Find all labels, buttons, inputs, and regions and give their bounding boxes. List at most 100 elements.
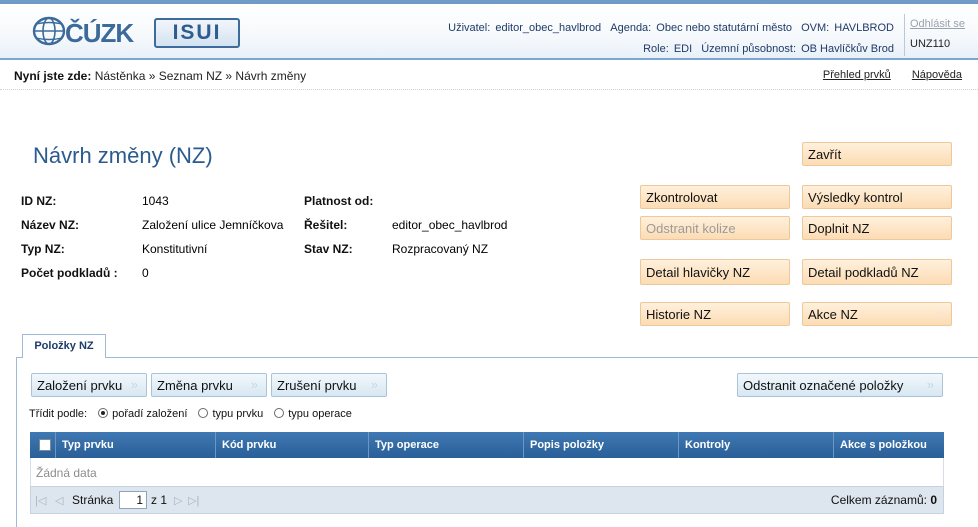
cuzk-logo[interactable]: ČÚZK <box>30 14 134 50</box>
close-button-label: Zavřít <box>808 147 842 162</box>
tab-items[interactable]: Položky NZ <box>22 334 106 358</box>
pager: |◁ ◁ Stránka 1 z 1 ▷ ▷| Celkem záznamů: … <box>30 486 944 514</box>
check-results-button-label: Výsledky kontrol <box>808 190 903 205</box>
remove-collisions-button-label: Odstranit kolize <box>646 221 736 236</box>
page-title: Návrh změny (NZ) <box>33 143 213 168</box>
docs-count-label: Počet podkladů : <box>21 266 118 280</box>
empty-message: Žádná data <box>36 466 97 480</box>
sort-radio-type[interactable] <box>198 408 209 418</box>
breadcrumb-path[interactable]: Nástěnka » Seznam NZ » Návrh změny <box>95 69 306 83</box>
type-value: Konstitutivní <box>142 242 208 256</box>
column-header-item-actions[interactable]: Akce s položkou <box>833 432 944 458</box>
state-value: Rozpracovaný NZ <box>392 242 489 256</box>
change-element-button[interactable]: Změna prvku » <box>151 373 267 397</box>
territory-value: OB Havlíčkův Brod <box>801 43 894 55</box>
name-label: Název NZ: <box>21 218 80 232</box>
create-element-button[interactable]: Založení prvku » <box>31 373 147 397</box>
cancel-element-button[interactable]: Zrušení prvku » <box>271 373 387 397</box>
app-header: ČÚZK ISUI Uživatel: editor_obec_havlbrod… <box>0 0 978 60</box>
select-all-checkbox[interactable] <box>39 439 51 451</box>
history-button[interactable]: Historie NZ <box>640 302 790 326</box>
page-input[interactable]: 1 <box>119 491 147 509</box>
docs-detail-button[interactable]: Detail podkladů NZ <box>802 259 952 285</box>
agenda-label: Agenda: <box>610 22 652 34</box>
items-grid-header: Typ prvku Kód prvku Typ operace Popis po… <box>30 432 944 458</box>
screen-code: UNZ110 <box>910 38 951 50</box>
items-grid-body: Žádná data <box>30 458 944 486</box>
remove-selected-button[interactable]: Odstranit označené položky » <box>737 373 943 397</box>
valid-from-label: Platnost od: <box>304 194 374 208</box>
column-header-element-code[interactable]: Kód prvku <box>215 432 368 458</box>
state-label: Stav NZ: <box>304 242 353 256</box>
solver-value: editor_obec_havlbrod <box>392 218 508 232</box>
actions-menu-button[interactable]: Akce NZ » <box>802 302 952 326</box>
header-detail-button-label: Detail hlavičky NZ <box>646 265 751 280</box>
change-element-button-label: Změna prvku <box>157 378 233 393</box>
docs-count-value: 0 <box>142 266 149 280</box>
chevron-right-icon: » <box>370 377 378 392</box>
ovm-label: OVM: <box>801 22 830 34</box>
chevron-right-icon: » <box>130 377 138 392</box>
chevron-right-icon: » <box>926 377 934 392</box>
column-header-operation-type[interactable]: Typ operace <box>368 432 523 458</box>
breadcrumb: Nyní jste zde: Nástěnka » Seznam NZ » Ná… <box>14 69 306 83</box>
column-header-description[interactable]: Popis položky <box>523 432 678 458</box>
user-label: Uživatel: <box>448 22 491 34</box>
role-value: EDI <box>673 43 693 55</box>
page-label: Stránka <box>72 493 114 507</box>
header-links: Přehled prvků Nápověda <box>805 69 962 81</box>
user-box: Odhlásit se UNZ110 <box>904 14 978 56</box>
globe-icon <box>32 16 66 46</box>
column-header-checks[interactable]: Kontroly <box>678 432 833 458</box>
close-button[interactable]: Zavřít <box>802 142 952 166</box>
sort-option-operation[interactable]: typu operace <box>288 408 352 420</box>
overview-link[interactable]: Přehled prvků <box>823 69 891 81</box>
user-value: editor_obec_havlbrod <box>495 22 602 34</box>
last-page-icon[interactable]: ▷| <box>188 494 199 507</box>
cancel-element-button-label: Zrušení prvku <box>277 378 357 393</box>
column-header-element-type[interactable]: Typ prvku <box>55 432 215 458</box>
sort-option-order[interactable]: pořadí založení <box>112 408 187 420</box>
sort-options: Třídit podle: pořadí založení typu prvku… <box>29 408 352 420</box>
page-of: z 1 <box>151 493 168 507</box>
actions-menu-button-label: Akce NZ <box>808 307 858 322</box>
remove-collisions-button[interactable]: Odstranit kolize <box>640 216 790 240</box>
sort-radio-operation[interactable] <box>274 408 285 418</box>
logout-link[interactable]: Odhlásit se <box>910 14 978 34</box>
next-page-icon[interactable]: ▷ <box>174 494 182 507</box>
total-records: Celkem záznamů: 0 <box>831 493 937 507</box>
check-button[interactable]: Zkontrolovat <box>640 185 790 209</box>
docs-detail-button-label: Detail podkladů NZ <box>808 265 919 280</box>
first-page-icon[interactable]: |◁ <box>35 494 46 507</box>
breadcrumb-prefix: Nyní jste zde: <box>14 69 92 83</box>
header-detail-button[interactable]: Detail hlavičky NZ <box>640 259 790 285</box>
id-value: 1043 <box>142 194 169 208</box>
complete-nz-button[interactable]: Doplnit NZ <box>802 216 952 240</box>
isui-logo[interactable]: ISUI <box>154 18 240 48</box>
id-label: ID NZ: <box>21 194 57 208</box>
remove-selected-button-label: Odstranit označené položky <box>743 378 904 393</box>
territory-label: Územní působnost: <box>701 43 797 55</box>
check-results-button[interactable]: Výsledky kontrol <box>802 185 952 209</box>
total-label: Celkem záznamů: <box>830 493 927 507</box>
user-info: Uživatel: editor_obec_havlbrod Agenda: O… <box>442 18 894 60</box>
type-label: Typ NZ: <box>21 242 65 256</box>
cuzk-logo-text: ČÚZK <box>65 18 134 48</box>
role-label: Role: <box>643 43 669 55</box>
sort-radio-order[interactable] <box>98 408 109 418</box>
help-link[interactable]: Nápověda <box>912 69 962 81</box>
create-element-button-label: Založení prvku <box>37 378 123 393</box>
history-button-label: Historie NZ <box>646 307 712 322</box>
prev-page-icon[interactable]: ◁ <box>55 494 63 507</box>
sort-label: Třídit podle: <box>29 408 88 420</box>
complete-nz-button-label: Doplnit NZ <box>808 221 870 236</box>
ovm-value: HAVLBROD <box>834 22 894 34</box>
sort-option-type[interactable]: typu prvku <box>212 408 263 420</box>
solver-label: Řešitel: <box>304 218 348 232</box>
total-value: 0 <box>930 493 937 507</box>
chevron-right-icon: » <box>935 306 943 321</box>
breadcrumb-bar: Nyní jste zde: Nástěnka » Seznam NZ » Ná… <box>0 62 978 90</box>
name-value: Založení ulice Jemníčkova <box>142 218 284 232</box>
check-button-label: Zkontrolovat <box>646 190 718 205</box>
agenda-value: Obec nebo statutární město <box>656 22 793 34</box>
